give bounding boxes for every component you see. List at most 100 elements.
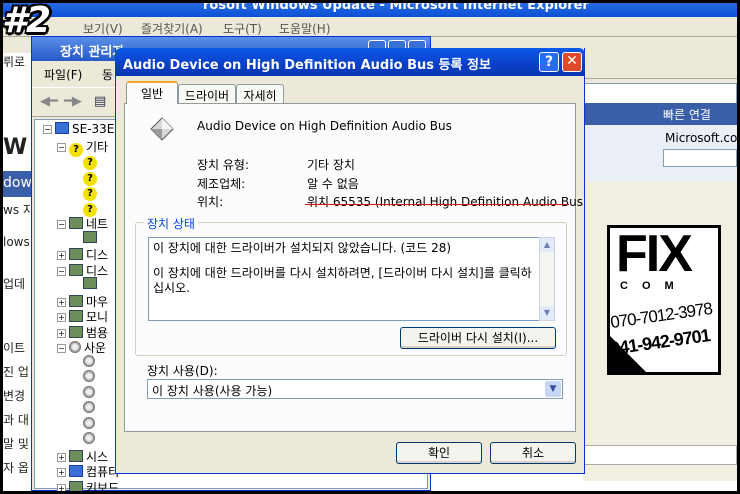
device-usage-value: 이 장치 사용(사용 가능) [152, 384, 273, 398]
reinstall-driver-button[interactable]: 드라이버 다시 설치(I)... [400, 327, 556, 349]
manufacturer-label: 제조업체: [197, 177, 246, 191]
tree-item-label: 시스 [86, 449, 109, 464]
cancel-button[interactable]: 취소 [490, 442, 576, 464]
expand-icon[interactable]: + [57, 328, 66, 338]
tree-item[interactable]: + 모니 [57, 308, 108, 324]
ie-left-item[interactable]: 말 및 [3, 435, 29, 452]
ie-menu-view[interactable]: 보기(V) [83, 20, 123, 37]
ie-left-item[interactable]: ws 지 [3, 201, 34, 218]
logo-corner-shape [610, 336, 646, 372]
tree-item[interactable]: + 키보드 [57, 479, 119, 491]
tree-item[interactable]: ? [71, 184, 100, 201]
scroll-up-icon[interactable]: ▲ [540, 238, 554, 252]
tree-item[interactable] [71, 354, 98, 371]
location-highlight-underline [305, 204, 569, 205]
ie-address-bar[interactable] [583, 83, 737, 105]
tree-item[interactable]: ? [71, 153, 100, 170]
help-button[interactable]: ? [539, 52, 559, 72]
location-value: 위치 65535 (Internal High Definition Audio… [307, 195, 583, 209]
tree-item[interactable]: + 범용 [57, 324, 108, 340]
manufacturer-value: 알 수 없음 [307, 177, 359, 191]
ie-left-item[interactable]: 진 업 [3, 363, 29, 380]
tree-item[interactable]: − SE-33E [43, 122, 114, 138]
ok-button[interactable]: 확인 [396, 442, 482, 464]
expand-icon[interactable]: + [57, 313, 66, 322]
menu-file[interactable]: 파일(F) [44, 66, 82, 83]
ie-title: rosoft Windows Update - Microsoft Intern… [203, 3, 589, 13]
chevron-down-icon[interactable]: ▼ [545, 381, 561, 397]
microsoft-search-input[interactable] [663, 149, 737, 167]
collapse-icon[interactable]: − [57, 266, 66, 276]
tree-item[interactable]: − 네트 [57, 215, 108, 231]
speaker-icon [83, 385, 95, 398]
tree-item[interactable]: − 디스 [57, 262, 108, 278]
tree-item[interactable] [71, 432, 98, 448]
tab-details[interactable]: 자세히 [236, 84, 284, 103]
ie-left-item[interactable]: lows [3, 235, 30, 249]
scroll-down-icon[interactable]: ▼ [540, 306, 554, 320]
tree-item[interactable] [71, 416, 98, 433]
status-scrollbar[interactable]: ▲ ▼ [539, 237, 555, 321]
device-status-legend: 장치 상태 [144, 215, 198, 232]
tree-item[interactable]: + 디스 [57, 246, 108, 262]
status-line-code: 이 장치에 대한 드라이버가 설치되지 않았습니다. (코드 28) [153, 241, 452, 255]
ie-menu-help[interactable]: 도움말(H) [279, 20, 331, 37]
tree-item-label: 기타 [86, 139, 109, 154]
tree-item[interactable] [71, 401, 98, 417]
tree-item[interactable]: + 컴퓨터 [57, 463, 119, 479]
tab-driver[interactable]: 드라이버 [178, 84, 236, 103]
ie-left-item: W [3, 135, 28, 160]
collapse-icon[interactable]: − [57, 220, 66, 229]
tree-item[interactable] [71, 385, 98, 402]
expand-icon[interactable]: + [57, 452, 66, 462]
tree-item[interactable]: −? 기타 [57, 138, 109, 157]
ie-left-item[interactable]: 이트 [3, 339, 25, 356]
tree-item-label: 네트 [86, 217, 109, 231]
dialog-close-button[interactable]: ✕ [562, 52, 582, 72]
menu-action[interactable]: 동 [102, 66, 113, 83]
display-icon [83, 277, 97, 289]
forward-arrow-icon[interactable]: ━▶ [64, 94, 82, 109]
tree-item-label: 모니 [86, 310, 109, 324]
back-arrow-icon[interactable]: ◀━ [40, 94, 58, 109]
ie-left-item[interactable]: 과 대 [3, 411, 29, 428]
microsoft-link[interactable]: Microsoft.com [665, 131, 737, 145]
tree-item[interactable]: ? [71, 169, 100, 186]
speaker-icon [83, 432, 95, 444]
ie-left-item[interactable]: 뤼로 [3, 53, 25, 70]
tree-item-label: 사운 [84, 341, 107, 355]
location-label: 위치: [197, 195, 224, 209]
tree-item[interactable]: + 마우 [57, 293, 108, 309]
ie-left-item[interactable]: 변경 [3, 387, 25, 404]
ie-left-item[interactable]: 자 옵 [3, 459, 29, 476]
tree-item[interactable]: ? [71, 200, 100, 217]
dialog-title: Audio Device on High Definition Audio Bu… [123, 58, 491, 73]
disk-icon [69, 248, 83, 260]
tree-item[interactable] [71, 370, 98, 386]
ie-left-item[interactable]: 업데 [3, 275, 25, 292]
expand-icon[interactable]: + [57, 468, 66, 477]
tree-item[interactable]: − 사운 [57, 339, 106, 355]
properties-icon[interactable]: ▤ [94, 94, 106, 109]
tab-general[interactable]: 일반 [126, 81, 178, 104]
computer-icon [55, 122, 69, 134]
screenshot-stage: rosoft Windows Update - Microsoft Intern… [3, 3, 737, 491]
ie-bottom-field[interactable] [573, 445, 737, 465]
keyboard-icon [69, 480, 83, 491]
tree-item[interactable]: + 시스 [57, 448, 108, 464]
expand-icon[interactable]: + [57, 297, 66, 307]
expand-icon[interactable]: + [57, 251, 66, 260]
expand-icon[interactable]: + [57, 483, 66, 491]
device-status-text[interactable]: 이 장치에 대한 드라이버가 설치되지 않았습니다. (코드 28) 이 장치에… [148, 237, 555, 321]
device-usage-select[interactable]: 이 장치 사용(사용 가능) ▼ [147, 379, 563, 399]
collapse-icon[interactable]: − [57, 344, 66, 353]
collapse-icon[interactable]: − [57, 142, 66, 152]
ie-menu-favorites[interactable]: 즐겨찾기(A) [141, 20, 203, 37]
speaker-icon [69, 341, 81, 353]
ie-menu-tools[interactable]: 도구(T) [223, 20, 262, 37]
quick-link-title[interactable]: 빠른 연결 [663, 108, 711, 122]
mouse-icon [69, 294, 83, 307]
tree-item[interactable] [71, 230, 100, 247]
collapse-icon[interactable]: − [43, 125, 52, 134]
tree-item[interactable] [71, 277, 100, 293]
